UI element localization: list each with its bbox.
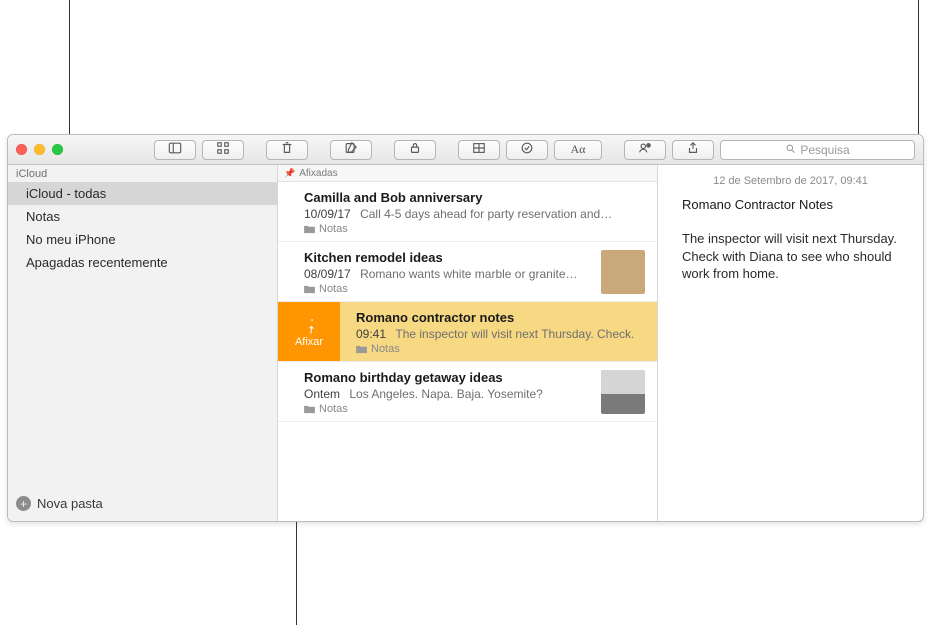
pinned-header-label: Afixadas bbox=[299, 168, 337, 179]
lock-button[interactable] bbox=[394, 140, 436, 160]
new-folder-label: Nova pasta bbox=[37, 496, 103, 511]
sidebar-icon bbox=[168, 141, 182, 158]
note-preview: Los Angeles. Napa. Baja. Yosemite? bbox=[349, 387, 542, 401]
note-title: Romano contractor notes bbox=[356, 310, 645, 325]
note-row[interactable]: Camilla and Bob anniversary 10/09/17 Cal… bbox=[278, 182, 657, 242]
note-thumbnail bbox=[601, 250, 645, 294]
note-preview: Call 4-5 days ahead for party reservatio… bbox=[360, 207, 612, 221]
note-date: 08/09/17 bbox=[304, 267, 351, 281]
note-row[interactable]: Romano birthday getaway ideas Ontem Los … bbox=[278, 362, 657, 422]
note-row[interactable]: Kitchen remodel ideas 08/09/17 Romano wa… bbox=[278, 242, 657, 302]
note-folder-label: Notas bbox=[319, 403, 348, 415]
table-icon bbox=[472, 141, 486, 158]
note-date: 10/09/17 bbox=[304, 207, 351, 221]
toolbar: Aα Pesquisa bbox=[8, 135, 923, 165]
zoom-window-button[interactable] bbox=[52, 144, 63, 155]
note-meta: 10/09/17 Call 4-5 days ahead for party r… bbox=[304, 207, 645, 221]
sidebar-item-label: iCloud - todas bbox=[26, 186, 106, 201]
editor-body: The inspector will visit next Thursday. … bbox=[682, 230, 899, 283]
note-meta: Ontem Los Angeles. Napa. Baja. Yosemite? bbox=[304, 387, 593, 401]
close-window-button[interactable] bbox=[16, 144, 27, 155]
note-title: Camilla and Bob anniversary bbox=[304, 190, 645, 205]
notes-list: 📌 Afixadas Camilla and Bob anniversary 1… bbox=[278, 165, 658, 521]
pin-action-label: Afixar bbox=[295, 336, 323, 348]
note-meta: 09:41 The inspector will visit next Thur… bbox=[356, 327, 645, 341]
sidebar-item-on-my-iphone[interactable]: No meu iPhone bbox=[8, 228, 277, 251]
note-folder: Notas bbox=[356, 343, 645, 355]
editor-date: 12 de Setembro de 2017, 09:41 bbox=[682, 175, 899, 187]
pin-swipe-action[interactable]: Afixar bbox=[278, 302, 340, 361]
window-controls bbox=[16, 144, 63, 155]
format-text-icon: Aα bbox=[571, 142, 586, 157]
compose-icon bbox=[344, 141, 358, 158]
folder-icon bbox=[304, 225, 315, 234]
note-title: Kitchen remodel ideas bbox=[304, 250, 593, 265]
delete-button[interactable] bbox=[266, 140, 308, 160]
note-folder-label: Notas bbox=[371, 343, 400, 355]
note-date: Ontem bbox=[304, 387, 340, 401]
note-thumbnail bbox=[601, 370, 645, 414]
pin-icon bbox=[300, 316, 318, 334]
editor-title: Romano Contractor Notes bbox=[682, 197, 899, 212]
add-people-button[interactable] bbox=[624, 140, 666, 160]
sidebar-item-label: Apagadas recentemente bbox=[26, 255, 168, 270]
new-note-button[interactable] bbox=[330, 140, 372, 160]
folder-icon bbox=[304, 285, 315, 294]
sidebar-section-header: iCloud bbox=[8, 165, 277, 182]
format-button[interactable]: Aα bbox=[554, 140, 602, 160]
lock-icon bbox=[408, 141, 422, 158]
note-folder-label: Notas bbox=[319, 223, 348, 235]
trash-icon bbox=[280, 141, 294, 158]
note-date: 09:41 bbox=[356, 327, 386, 341]
sidebar-item-recently-deleted[interactable]: Apagadas recentemente bbox=[8, 251, 277, 274]
checklist-button[interactable] bbox=[506, 140, 548, 160]
pinned-section-header: 📌 Afixadas bbox=[278, 165, 657, 182]
toggle-sidebar-button[interactable] bbox=[154, 140, 196, 160]
search-placeholder: Pesquisa bbox=[800, 143, 849, 157]
note-folder: Notas bbox=[304, 223, 645, 235]
note-folder: Notas bbox=[304, 283, 593, 295]
sidebar-item-label: No meu iPhone bbox=[26, 232, 116, 247]
note-folder: Notas bbox=[304, 403, 593, 415]
share-icon bbox=[686, 141, 700, 158]
main-area: iCloud iCloud - todas Notas No meu iPhon… bbox=[8, 165, 923, 521]
search-field[interactable]: Pesquisa bbox=[720, 140, 915, 160]
sidebar-item-icloud-all[interactable]: iCloud - todas bbox=[8, 182, 277, 205]
table-button[interactable] bbox=[458, 140, 500, 160]
app-window: Aα Pesquisa iCloud iCloud - todas Notas bbox=[7, 134, 924, 522]
note-preview: Romano wants white marble or granite… bbox=[360, 267, 577, 281]
note-preview: The inspector will visit next Thursday. … bbox=[395, 327, 634, 341]
new-folder-button[interactable]: + Nova pasta bbox=[8, 490, 277, 521]
share-button[interactable] bbox=[672, 140, 714, 160]
pin-icon: 📌 bbox=[284, 168, 295, 179]
sidebar-item-notes[interactable]: Notas bbox=[8, 205, 277, 228]
search-icon bbox=[785, 143, 796, 157]
gallery-view-button[interactable] bbox=[202, 140, 244, 160]
sidebar: iCloud iCloud - todas Notas No meu iPhon… bbox=[8, 165, 278, 521]
add-people-icon bbox=[638, 141, 652, 158]
note-folder-label: Notas bbox=[319, 283, 348, 295]
note-row-selected[interactable]: Afixar Romano contractor notes 09:41 The… bbox=[278, 302, 657, 362]
editor-pane[interactable]: 12 de Setembro de 2017, 09:41 Romano Con… bbox=[658, 165, 923, 521]
sidebar-item-label: Notas bbox=[26, 209, 60, 224]
folder-icon bbox=[356, 345, 367, 354]
note-meta: 08/09/17 Romano wants white marble or gr… bbox=[304, 267, 593, 281]
folder-icon bbox=[304, 405, 315, 414]
note-title: Romano birthday getaway ideas bbox=[304, 370, 593, 385]
grid-icon bbox=[216, 141, 230, 158]
plus-circle-icon: + bbox=[16, 496, 31, 511]
minimize-window-button[interactable] bbox=[34, 144, 45, 155]
checklist-icon bbox=[520, 141, 534, 158]
